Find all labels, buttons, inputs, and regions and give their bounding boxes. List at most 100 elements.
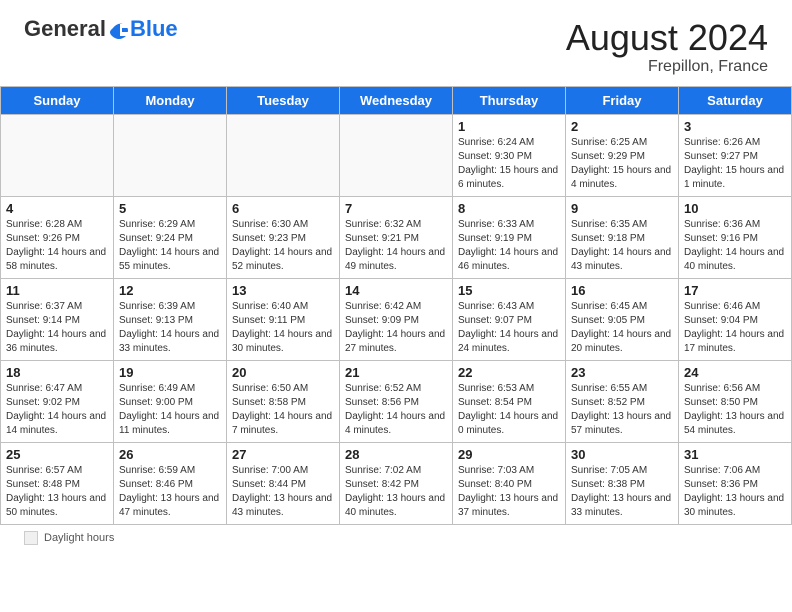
logo-blue-text: Blue	[130, 18, 178, 40]
calendar-header-row: Sunday Monday Tuesday Wednesday Thursday…	[1, 86, 792, 114]
table-row: 26 Sunrise: 6:59 AMSunset: 8:46 PMDayligh…	[114, 442, 227, 524]
day-info: Sunrise: 6:33 AMSunset: 9:19 PMDaylight:…	[458, 218, 560, 274]
calendar-week-row: 11 Sunrise: 6:37 AMSunset: 9:14 PMDayligh…	[1, 278, 792, 360]
header-friday: Friday	[566, 86, 679, 114]
table-row	[1, 114, 114, 196]
day-number: 19	[119, 365, 221, 380]
calendar-week-row: 4 Sunrise: 6:28 AMSunset: 9:26 PMDaylight…	[1, 196, 792, 278]
day-info: Sunrise: 6:35 AMSunset: 9:18 PMDaylight:…	[571, 218, 673, 274]
table-row	[114, 114, 227, 196]
title-block: August 2024 Frepillon, France	[566, 18, 768, 76]
day-info: Sunrise: 6:39 AMSunset: 9:13 PMDaylight:…	[119, 300, 221, 356]
table-row: 6 Sunrise: 6:30 AMSunset: 9:23 PMDaylight…	[227, 196, 340, 278]
day-number: 4	[6, 201, 108, 216]
day-info: Sunrise: 6:24 AMSunset: 9:30 PMDaylight:…	[458, 136, 560, 192]
table-row: 28Sunrise: 7:02 AMSunset: 8:42 PMDayligh…	[340, 442, 453, 524]
day-number: 7	[345, 201, 447, 216]
month-year-title: August 2024	[566, 18, 768, 58]
day-info: Sunrise: 6:30 AMSunset: 9:23 PMDaylight:…	[232, 218, 334, 274]
day-info: Sunrise: 7:05 AMSunset: 8:38 PMDaylight:…	[571, 464, 673, 520]
day-info: Sunrise: 6:40 AMSunset: 9:11 PMDaylight:…	[232, 300, 334, 356]
day-number: 1	[458, 119, 560, 134]
logo-general-text: General	[24, 18, 106, 40]
table-row: 16 Sunrise: 6:45 AMSunset: 9:05 PMDayligh…	[566, 278, 679, 360]
table-row: 8 Sunrise: 6:33 AMSunset: 9:19 PMDaylight…	[453, 196, 566, 278]
day-number: 15	[458, 283, 560, 298]
table-row: 21 Sunrise: 6:52 AMSunset: 8:56 PMDayligh…	[340, 360, 453, 442]
day-number: 8	[458, 201, 560, 216]
table-row: 5 Sunrise: 6:29 AMSunset: 9:24 PMDaylight…	[114, 196, 227, 278]
table-row: 13 Sunrise: 6:40 AMSunset: 9:11 PMDayligh…	[227, 278, 340, 360]
table-row: 7Sunrise: 6:32 AMSunset: 9:21 PMDaylight…	[340, 196, 453, 278]
day-info: Sunrise: 6:53 AMSunset: 8:54 PMDaylight:…	[458, 382, 560, 438]
table-row: 10 Sunrise: 6:36 AMSunset: 9:16 PMDayligh…	[679, 196, 792, 278]
table-row: 19 Sunrise: 6:49 AMSunset: 9:00 PMDayligh…	[114, 360, 227, 442]
day-info: Sunrise: 6:56 AMSunset: 8:50 PMDaylight:…	[684, 382, 786, 438]
day-info: Sunrise: 7:00 AMSunset: 8:44 PMDaylight:…	[232, 464, 334, 520]
day-info: Sunrise: 6:36 AMSunset: 9:16 PMDaylight:…	[684, 218, 786, 274]
table-row: 31Sunrise: 7:06 AMSunset: 8:36 PMDayligh…	[679, 442, 792, 524]
day-info: Sunrise: 6:28 AMSunset: 9:26 PMDaylight:…	[6, 218, 108, 274]
table-row: 17 Sunrise: 6:46 AMSunset: 9:04 PMDayligh…	[679, 278, 792, 360]
table-row: 1 Sunrise: 6:24 AMSunset: 9:30 PMDaylight…	[453, 114, 566, 196]
daylight-box	[24, 531, 38, 545]
footer: Daylight hours	[0, 525, 792, 551]
day-info: Sunrise: 6:43 AMSunset: 9:07 PMDaylight:…	[458, 300, 560, 356]
day-number: 27	[232, 447, 334, 462]
day-number: 21	[345, 365, 447, 380]
day-number: 10	[684, 201, 786, 216]
day-info: Sunrise: 6:37 AMSunset: 9:14 PMDaylight:…	[6, 300, 108, 356]
day-number: 24	[684, 365, 786, 380]
day-number: 25	[6, 447, 108, 462]
location-subtitle: Frepillon, France	[566, 58, 768, 76]
day-info: Sunrise: 6:42 AMSunset: 9:09 PMDaylight:…	[345, 300, 447, 356]
table-row: 27 Sunrise: 7:00 AMSunset: 8:44 PMDayligh…	[227, 442, 340, 524]
day-info: Sunrise: 6:55 AMSunset: 8:52 PMDaylight:…	[571, 382, 673, 438]
day-info: Sunrise: 6:47 AMSunset: 9:02 PMDaylight:…	[6, 382, 108, 438]
day-number: 12	[119, 283, 221, 298]
table-row: 30Sunrise: 7:05 AMSunset: 8:38 PMDayligh…	[566, 442, 679, 524]
day-info: Sunrise: 6:59 AMSunset: 8:46 PMDaylight:…	[119, 464, 221, 520]
table-row: 14Sunrise: 6:42 AMSunset: 9:09 PMDayligh…	[340, 278, 453, 360]
day-info: Sunrise: 6:25 AMSunset: 9:29 PMDaylight:…	[571, 136, 673, 192]
header-monday: Monday	[114, 86, 227, 114]
day-number: 31	[684, 447, 786, 462]
table-row: 20 Sunrise: 6:50 AMSunset: 8:58 PMDayligh…	[227, 360, 340, 442]
table-row: 25 Sunrise: 6:57 AMSunset: 8:48 PMDayligh…	[1, 442, 114, 524]
table-row: 3 Sunrise: 6:26 AMSunset: 9:27 PMDaylight…	[679, 114, 792, 196]
page-header: General Blue August 2024 Frepillon, Fran…	[0, 0, 792, 86]
day-info: Sunrise: 6:49 AMSunset: 9:00 PMDaylight:…	[119, 382, 221, 438]
calendar-table: Sunday Monday Tuesday Wednesday Thursday…	[0, 86, 792, 525]
day-number: 11	[6, 283, 108, 298]
day-info: Sunrise: 6:50 AMSunset: 8:58 PMDaylight:…	[232, 382, 334, 438]
day-number: 17	[684, 283, 786, 298]
table-row: 4 Sunrise: 6:28 AMSunset: 9:26 PMDaylight…	[1, 196, 114, 278]
day-info: Sunrise: 6:46 AMSunset: 9:04 PMDaylight:…	[684, 300, 786, 356]
table-row: 22Sunrise: 6:53 AMSunset: 8:54 PMDayligh…	[453, 360, 566, 442]
table-row: 24 Sunrise: 6:56 AMSunset: 8:50 PMDayligh…	[679, 360, 792, 442]
day-number: 9	[571, 201, 673, 216]
day-number: 2	[571, 119, 673, 134]
day-info: Sunrise: 7:02 AMSunset: 8:42 PMDaylight:…	[345, 464, 447, 520]
day-info: Sunrise: 6:57 AMSunset: 8:48 PMDaylight:…	[6, 464, 108, 520]
day-info: Sunrise: 6:26 AMSunset: 9:27 PMDaylight:…	[684, 136, 786, 192]
logo: General Blue	[24, 18, 178, 40]
day-number: 5	[119, 201, 221, 216]
day-number: 13	[232, 283, 334, 298]
table-row: 12 Sunrise: 6:39 AMSunset: 9:13 PMDayligh…	[114, 278, 227, 360]
header-sunday: Sunday	[1, 86, 114, 114]
table-row: 18Sunrise: 6:47 AMSunset: 9:02 PMDayligh…	[1, 360, 114, 442]
logo-icon	[108, 18, 130, 40]
daylight-label: Daylight hours	[44, 532, 114, 544]
table-row: 15 Sunrise: 6:43 AMSunset: 9:07 PMDayligh…	[453, 278, 566, 360]
day-number: 29	[458, 447, 560, 462]
table-row: 9 Sunrise: 6:35 AMSunset: 9:18 PMDaylight…	[566, 196, 679, 278]
day-info: Sunrise: 6:45 AMSunset: 9:05 PMDaylight:…	[571, 300, 673, 356]
day-number: 26	[119, 447, 221, 462]
day-number: 6	[232, 201, 334, 216]
day-info: Sunrise: 6:52 AMSunset: 8:56 PMDaylight:…	[345, 382, 447, 438]
day-info: Sunrise: 6:29 AMSunset: 9:24 PMDaylight:…	[119, 218, 221, 274]
day-number: 3	[684, 119, 786, 134]
day-number: 16	[571, 283, 673, 298]
day-number: 20	[232, 365, 334, 380]
